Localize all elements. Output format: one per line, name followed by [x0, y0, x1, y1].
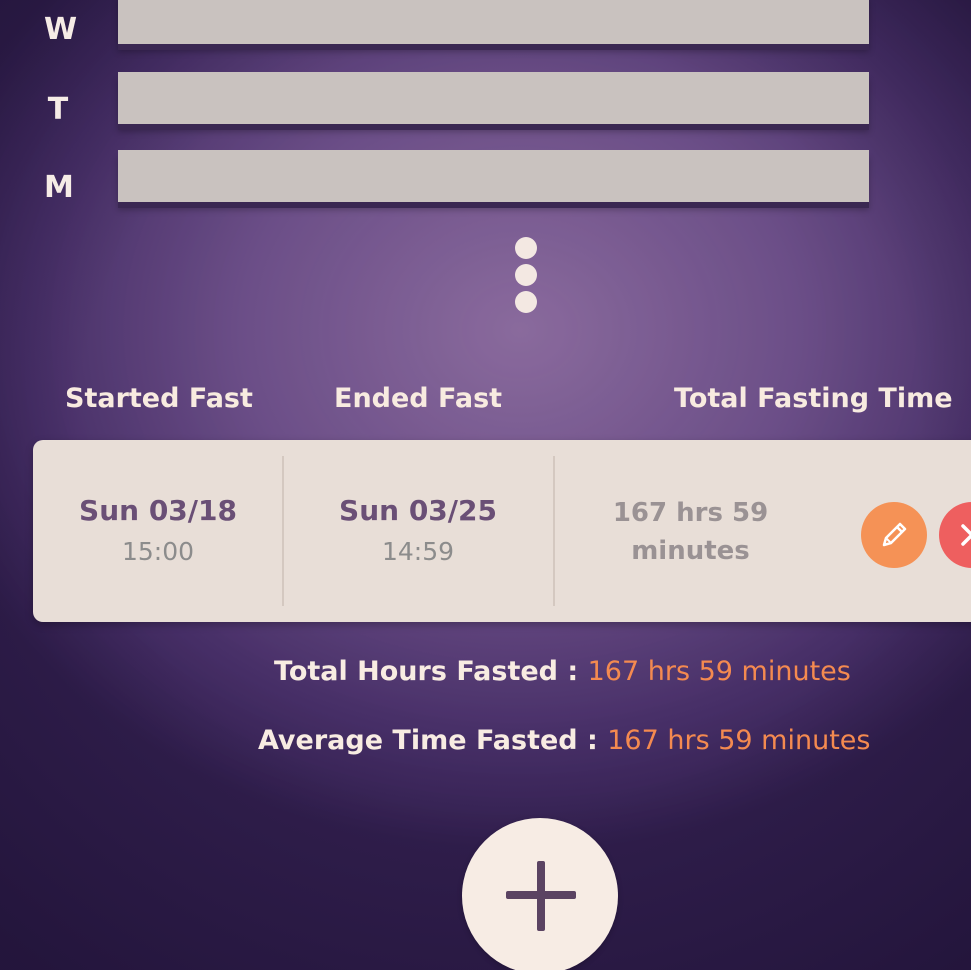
column-divider — [553, 456, 555, 606]
start-time: 15:00 — [121, 537, 195, 566]
total-hours-summary: Total Hours Fasted : 167 hrs 59 minutes — [274, 656, 851, 687]
day-letter: W — [44, 12, 78, 47]
edit-button[interactable] — [861, 502, 927, 568]
average-time-value: 167 hrs 59 minutes — [607, 725, 871, 756]
delete-button[interactable] — [939, 502, 971, 568]
column-header-started: Started Fast — [65, 383, 253, 414]
column-divider — [282, 456, 284, 606]
add-fast-button[interactable] — [462, 818, 618, 970]
day-row-monday: M — [0, 150, 971, 210]
end-time: 14:59 — [381, 537, 455, 566]
column-header-ended: Ended Fast — [334, 383, 503, 414]
day-row-wednesday: W — [0, 0, 971, 52]
close-icon — [961, 524, 971, 546]
start-date: Sun 03/18 — [79, 494, 237, 527]
fast-record-card[interactable]: Sun 03/18 15:00 Sun 03/25 14:59 167 hrs … — [33, 440, 971, 622]
dot — [515, 291, 537, 313]
total-hours-label: Total Hours Fasted : — [274, 656, 579, 687]
vertical-dots-icon[interactable] — [513, 237, 539, 313]
end-cell: Sun 03/25 14:59 — [293, 494, 543, 566]
pencil-icon — [882, 522, 907, 547]
end-date: Sun 03/25 — [339, 494, 497, 527]
duration-line2: minutes — [631, 536, 750, 566]
total-hours-value: 167 hrs 59 minutes — [587, 656, 851, 687]
day-bar[interactable] — [118, 150, 869, 202]
column-header-total: Total Fasting Time — [674, 383, 953, 414]
day-bar[interactable] — [118, 72, 869, 124]
dot — [515, 237, 537, 259]
start-cell: Sun 03/18 15:00 — [33, 494, 283, 566]
dot — [515, 264, 537, 286]
duration-line1: 167 hrs 59 — [612, 498, 769, 528]
day-bar[interactable] — [118, 0, 869, 44]
duration-cell: 167 hrs 59 minutes — [578, 494, 803, 570]
average-time-summary: Average Time Fasted : 167 hrs 59 minutes — [258, 725, 870, 756]
average-time-label: Average Time Fasted : — [258, 725, 598, 756]
day-row-tuesday: T — [0, 72, 971, 132]
day-letter: T — [47, 92, 69, 127]
day-letter: M — [44, 170, 74, 205]
